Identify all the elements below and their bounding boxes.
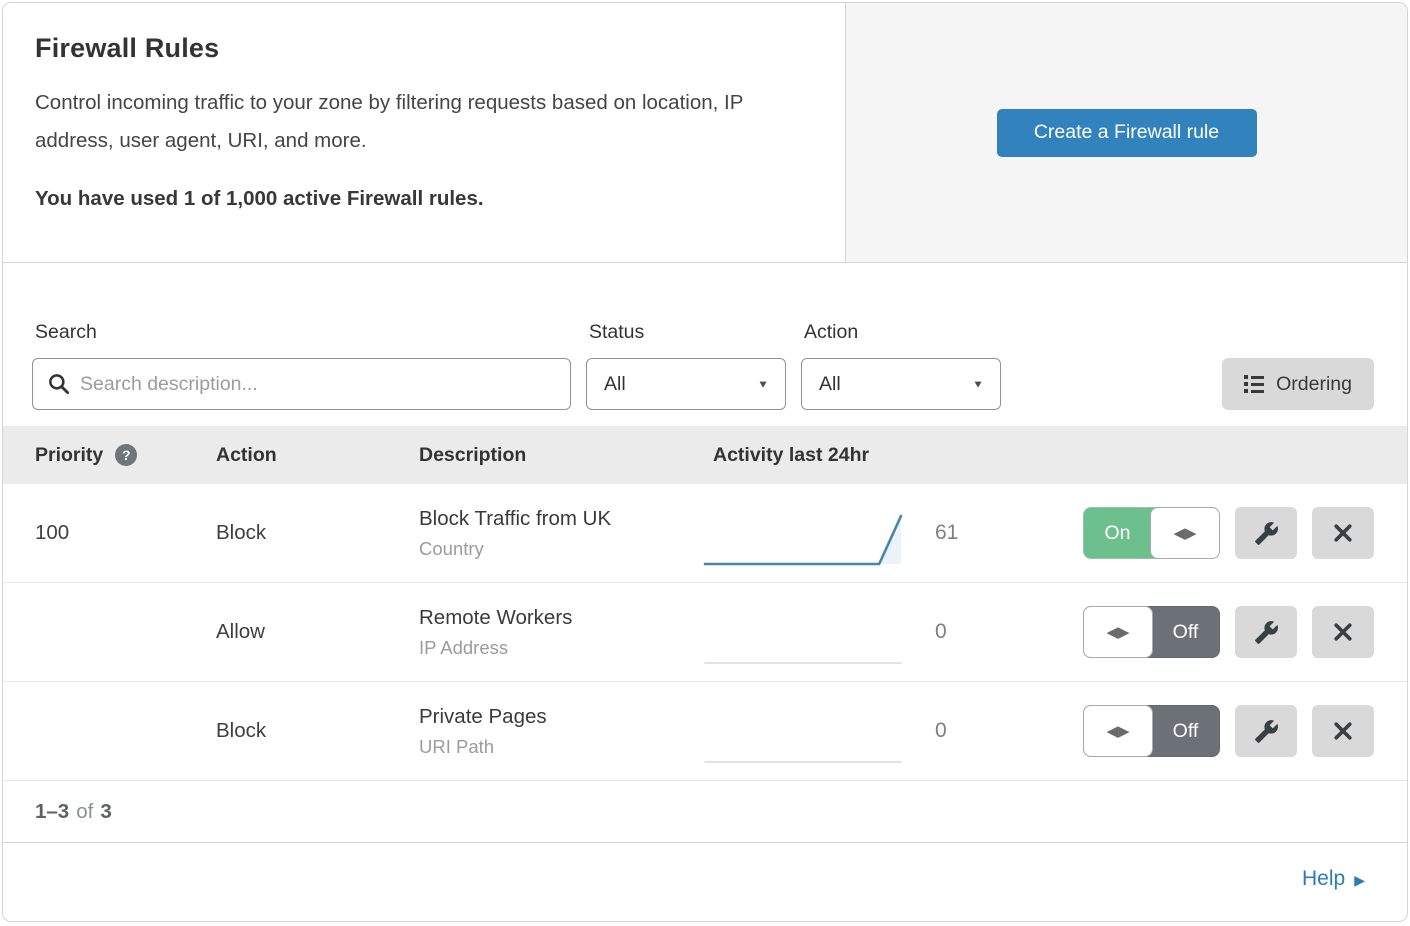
table-row: Block Private Pages URI Path 0 ◀▶ Off	[3, 682, 1407, 781]
page-description: Control incoming traffic to your zone by…	[35, 84, 810, 160]
search-input[interactable]	[32, 358, 571, 410]
activity-count: 61	[908, 521, 998, 545]
toggle-handle-arrows-icon: ◀▶	[1083, 705, 1153, 757]
rule-description-cell: Remote Workers IP Address	[419, 606, 703, 659]
edit-rule-button[interactable]	[1235, 507, 1297, 559]
rule-enabled-toggle[interactable]: On ◀▶	[1083, 507, 1220, 559]
delete-rule-button[interactable]	[1312, 507, 1374, 559]
pagination-total: 3	[100, 800, 111, 824]
action-label: Action	[801, 321, 1001, 344]
table-header: Priority ? Action Description Activity l…	[3, 426, 1407, 484]
rule-description: Remote Workers	[419, 606, 703, 630]
toggle-handle-arrows-icon: ◀▶	[1083, 606, 1153, 658]
rule-enabled-toggle[interactable]: ◀▶ Off	[1083, 705, 1220, 757]
delete-rule-button[interactable]	[1312, 705, 1374, 757]
action-group: Action All ▼	[801, 321, 1001, 410]
activity-count: 0	[908, 719, 998, 743]
rule-action: Block	[216, 719, 419, 743]
rule-enabled-toggle[interactable]: ◀▶ Off	[1083, 606, 1220, 658]
rule-description-cell: Block Traffic from UK Country	[419, 507, 703, 560]
help-bar: Help ▶	[3, 843, 1407, 915]
rule-match-type: URI Path	[419, 736, 703, 758]
activity-sparkline	[703, 708, 908, 768]
header-text-block: Firewall Rules Control incoming traffic …	[3, 3, 845, 262]
ordering-button[interactable]: Ordering	[1222, 358, 1374, 410]
search-label: Search	[32, 321, 571, 344]
priority-help-icon[interactable]: ?	[115, 444, 137, 466]
wrench-icon	[1254, 521, 1279, 546]
pagination-bar: 1–3 of 3	[3, 781, 1407, 843]
column-action: Action	[216, 444, 419, 467]
rule-action: Block	[216, 521, 419, 545]
action-select[interactable]: All ▼	[801, 358, 1001, 410]
edit-rule-button[interactable]	[1235, 606, 1297, 658]
close-icon	[1331, 719, 1355, 743]
search-icon	[46, 371, 72, 397]
close-icon	[1331, 521, 1355, 545]
firewall-rules-panel: Firewall Rules Control incoming traffic …	[2, 2, 1408, 922]
search-group: Search	[32, 321, 571, 410]
activity-count: 0	[908, 620, 998, 644]
help-link-label: Help	[1302, 867, 1345, 891]
toggle-handle-arrows-icon: ◀▶	[1150, 507, 1220, 559]
rule-action: Allow	[216, 620, 419, 644]
arrow-right-icon: ▶	[1354, 872, 1365, 889]
usage-note: You have used 1 of 1,000 active Firewall…	[35, 187, 813, 211]
filter-bar: Search Status All ▼ Action All ▼	[3, 263, 1407, 426]
rule-description: Private Pages	[419, 705, 703, 729]
toggle-state-label: Off	[1152, 607, 1219, 657]
action-selected-value: All	[819, 373, 841, 396]
activity-sparkline	[703, 609, 908, 669]
edit-rule-button[interactable]	[1235, 705, 1297, 757]
activity-sparkline	[703, 510, 908, 570]
column-priority: Priority	[35, 444, 103, 467]
status-select[interactable]: All ▼	[586, 358, 786, 410]
pagination-of-label: of	[76, 800, 93, 824]
column-activity: Activity last 24hr	[703, 444, 1375, 467]
wrench-icon	[1254, 620, 1279, 645]
page-title: Firewall Rules	[35, 33, 813, 64]
rule-description-cell: Private Pages URI Path	[419, 705, 703, 758]
status-selected-value: All	[604, 373, 626, 396]
rule-match-type: IP Address	[419, 637, 703, 659]
chevron-down-icon: ▼	[757, 378, 769, 390]
status-group: Status All ▼	[586, 321, 786, 410]
table-row: Allow Remote Workers IP Address 0 ◀▶ Off	[3, 583, 1407, 682]
create-firewall-rule-button[interactable]: Create a Firewall rule	[997, 109, 1257, 157]
table-row: 100 Block Block Traffic from UK Country …	[3, 484, 1407, 583]
panel-header: Firewall Rules Control incoming traffic …	[3, 3, 1407, 263]
rule-description: Block Traffic from UK	[419, 507, 703, 531]
ordered-list-icon	[1244, 375, 1264, 393]
status-label: Status	[586, 321, 786, 344]
close-icon	[1331, 620, 1355, 644]
chevron-down-icon: ▼	[972, 378, 984, 390]
wrench-icon	[1254, 719, 1279, 744]
delete-rule-button[interactable]	[1312, 606, 1374, 658]
rule-match-type: Country	[419, 538, 703, 560]
ordering-button-label: Ordering	[1276, 373, 1352, 396]
toggle-state-label: Off	[1152, 706, 1219, 756]
rule-priority: 100	[35, 521, 216, 545]
toggle-state-label: On	[1084, 508, 1151, 558]
help-link[interactable]: Help ▶	[1302, 867, 1365, 891]
pagination-range: 1–3	[35, 800, 69, 824]
header-action-area: Create a Firewall rule	[845, 3, 1407, 262]
column-description: Description	[419, 444, 703, 467]
